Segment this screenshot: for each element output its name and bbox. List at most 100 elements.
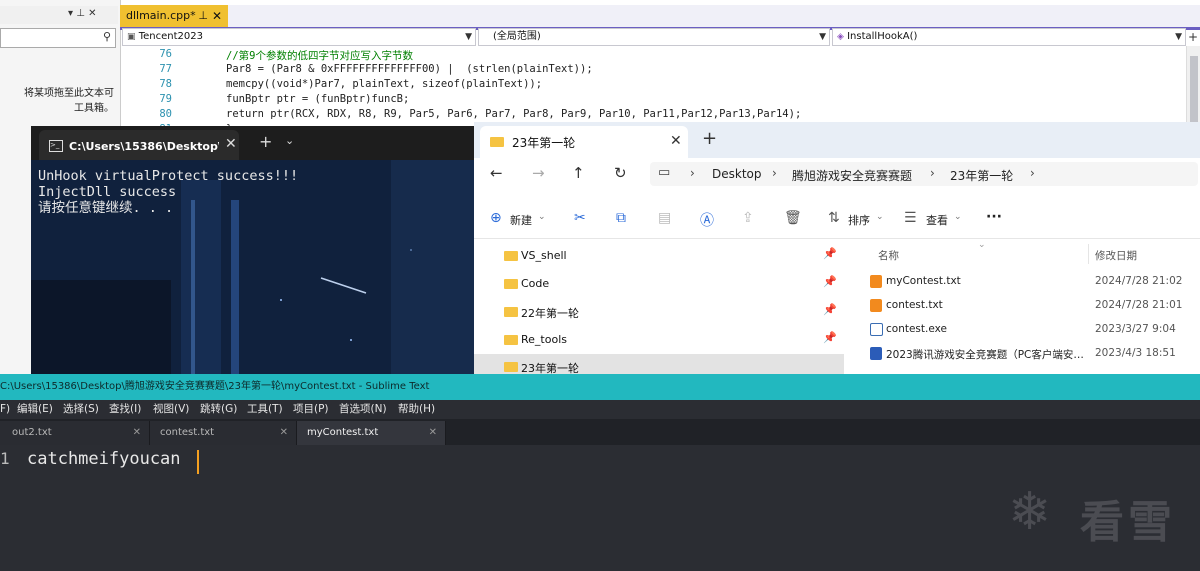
search-icon: ⚲ <box>102 30 111 43</box>
toolbox-search-input[interactable]: ⚲ <box>0 28 116 48</box>
new-tab-button[interactable]: + <box>259 132 272 151</box>
nav-item-vs-shell[interactable]: VS_shell 📌 <box>474 243 844 269</box>
breadcrumb-desktop[interactable]: Desktop <box>712 167 762 181</box>
pin-icon[interactable]: 📌 <box>823 331 837 344</box>
column-header-date[interactable]: 修改日期 <box>1095 248 1137 263</box>
refresh-icon[interactable]: ↻ <box>614 164 627 182</box>
chevron-right-icon: › <box>690 166 695 180</box>
up-arrow-icon[interactable]: ↑ <box>572 164 585 182</box>
terminal-tab[interactable]: >_ C:\Users\15386\Desktop\腾旭 ✕ <box>39 130 239 160</box>
close-icon[interactable]: ✕ <box>670 133 682 149</box>
scope-dropdown[interactable]: (全局范围) ▼ <box>478 28 830 46</box>
project-dropdown[interactable]: ▣ Tencent2023 ▼ <box>122 28 476 46</box>
tab-out2-txt[interactable]: out2.txt ✕ <box>0 421 150 445</box>
view-icon: ☰ <box>904 210 917 226</box>
column-divider[interactable] <box>1088 244 1089 264</box>
cut-icon[interactable]: ✂ <box>574 210 586 226</box>
editor-text[interactable]: catchmeifyoucan <box>27 449 181 469</box>
sublime-menubar: F) 编辑(E) 选择(S) 查找(I) 视图(V) 跳转(G) 工具(T) 项… <box>0 400 1200 419</box>
view-button[interactable]: 查看 <box>926 212 948 228</box>
folder-icon <box>504 362 518 372</box>
new-button[interactable]: 新建 <box>510 212 532 228</box>
scope-dropdown-value: (全局范围) <box>493 31 541 42</box>
menu-goto[interactable]: 跳转(G) <box>200 400 237 419</box>
menu-help[interactable]: 帮助(H) <box>398 400 435 419</box>
sort-button[interactable]: 排序 <box>848 212 870 228</box>
file-row[interactable]: contest.exe 2023/3/27 9:04 <box>850 318 1200 342</box>
breadcrumb-current-folder[interactable]: 23年第一轮 <box>950 167 1013 184</box>
pin-icon[interactable]: 📌 <box>823 247 837 260</box>
line-number: 77 <box>159 63 172 75</box>
file-name: 2023腾讯游戏安全竞赛题（PC客户端安… <box>886 349 1084 361</box>
terminal-titlebar: >_ C:\Users\15386\Desktop\腾旭 ✕ + ⌄ <box>31 126 475 160</box>
navigation-pane: VS_shell 📌 Code 📌 22年第一轮 📌 Re_tools 📌 23年第一轮 <box>474 240 850 380</box>
chevron-right-icon: › <box>1030 166 1035 180</box>
line-number: 1 <box>0 449 10 468</box>
folder-icon <box>504 335 518 345</box>
close-icon[interactable]: ✕ <box>212 5 222 27</box>
sublime-file-icon <box>870 299 882 312</box>
split-editor-icon[interactable]: + <box>1186 28 1200 46</box>
toolbox-pin-controls[interactable]: ▾ ⊥ ✕ <box>68 8 96 19</box>
close-icon[interactable]: ✕ <box>225 136 237 152</box>
file-date: 2024/7/28 21:02 <box>1095 275 1183 287</box>
explorer-tab[interactable]: 23年第一轮 ✕ <box>480 126 688 158</box>
tab-mycontest-txt[interactable]: myContest.txt ✕ <box>297 421 446 445</box>
toolbox-hint-line-2: 工具箱。 <box>74 103 114 114</box>
menu-edit[interactable]: 编辑(E) <box>17 400 53 419</box>
close-icon[interactable]: ✕ <box>280 421 288 445</box>
explorer-command-bar: ⊕ 新建 ⌄ ✂ ⧉ ▤ Ⓐ ⇪ 🗑 ⇅ 排序 ⌄ ☰ 查看 ⌄ ··· <box>474 198 1200 239</box>
code-line: Par8 = (Par8 & 0xFFFFFFFFFFFFFF00) | (st… <box>226 63 593 75</box>
pin-icon[interactable]: 📌 <box>823 275 837 288</box>
chevron-down-icon: ▼ <box>819 32 826 42</box>
column-header-name[interactable]: 名称 <box>878 248 899 263</box>
chevron-down-icon[interactable]: ⌄ <box>285 134 294 147</box>
nav-item-code[interactable]: Code 📌 <box>474 271 844 297</box>
pin-icon[interactable]: ⊥ <box>198 5 208 27</box>
back-arrow-icon[interactable]: ← <box>490 164 503 182</box>
nav-item-22-round1[interactable]: 22年第一轮 📌 <box>474 299 844 325</box>
function-icon: ◈ <box>837 32 844 42</box>
terminal-output-area[interactable]: UnHook virtualProtect success!!! InjectD… <box>31 160 475 380</box>
toolbox-hint-line-1: 将某项拖至此文本可 <box>24 88 114 99</box>
tab-contest-txt[interactable]: contest.txt ✕ <box>150 421 297 445</box>
close-icon[interactable]: ✕ <box>429 421 437 445</box>
forward-arrow-icon[interactable]: → <box>532 164 545 182</box>
more-options-button[interactable]: ··· <box>986 209 1002 225</box>
menu-find[interactable]: 查找(I) <box>109 400 141 419</box>
menu-project[interactable]: 项目(P) <box>293 400 329 419</box>
function-dropdown[interactable]: ◈ InstallHookA() ▼ <box>832 28 1186 46</box>
file-row[interactable]: contest.txt 2024/7/28 21:01 <box>850 294 1200 318</box>
chevron-down-icon: ⌄ <box>538 212 546 222</box>
sort-chevron-icon: ⌄ <box>978 240 986 250</box>
nav-item-re-tools[interactable]: Re_tools 📌 <box>474 327 844 353</box>
delete-icon[interactable]: 🗑 <box>784 210 802 226</box>
toolbox-header: ▾ ⊥ ✕ <box>0 6 118 24</box>
new-tab-button[interactable]: + <box>702 128 717 149</box>
menu-selection[interactable]: 选择(S) <box>63 400 99 419</box>
file-name: contest.txt <box>886 299 943 311</box>
chevron-down-icon: ⌄ <box>876 212 884 222</box>
file-date: 2024/7/28 21:01 <box>1095 299 1183 311</box>
breadcrumb-contest-folder[interactable]: 腾旭游戏安全竞赛赛题 <box>792 167 912 184</box>
paste-icon[interactable]: ▤ <box>658 210 671 226</box>
menu-preferences[interactable]: 首选项(N) <box>339 400 387 419</box>
computer-icon: ▭ <box>658 165 671 180</box>
menu-file[interactable]: F) <box>0 400 10 419</box>
file-row[interactable]: myContest.txt 2024/7/28 21:02 <box>850 270 1200 294</box>
close-icon[interactable]: ✕ <box>133 421 141 445</box>
tab-dllmain-cpp[interactable]: dllmain.cpp* ⊥ ✕ <box>120 5 228 27</box>
menu-view[interactable]: 视图(V) <box>153 400 189 419</box>
rename-icon[interactable]: Ⓐ <box>700 210 714 230</box>
code-line: return ptr(RCX, RDX, R8, R9, Par5, Par6,… <box>226 108 802 120</box>
pin-icon[interactable]: 📌 <box>823 303 837 316</box>
address-bar[interactable]: ▭ › Desktop › 腾旭游戏安全竞赛赛题 › 23年第一轮 › <box>650 162 1198 186</box>
terminal-output-text: UnHook virtualProtect success!!! InjectD… <box>38 168 299 216</box>
copy-icon[interactable]: ⧉ <box>616 210 626 226</box>
chevron-right-icon: › <box>772 166 777 180</box>
share-icon[interactable]: ⇪ <box>742 210 754 226</box>
menu-tools[interactable]: 工具(T) <box>247 400 283 419</box>
file-row[interactable]: 2023腾讯游戏安全竞赛题（PC客户端安… 2023/4/3 18:51 <box>850 342 1200 366</box>
line-number: 78 <box>159 78 172 90</box>
function-dropdown-value: InstallHookA() <box>847 31 918 42</box>
